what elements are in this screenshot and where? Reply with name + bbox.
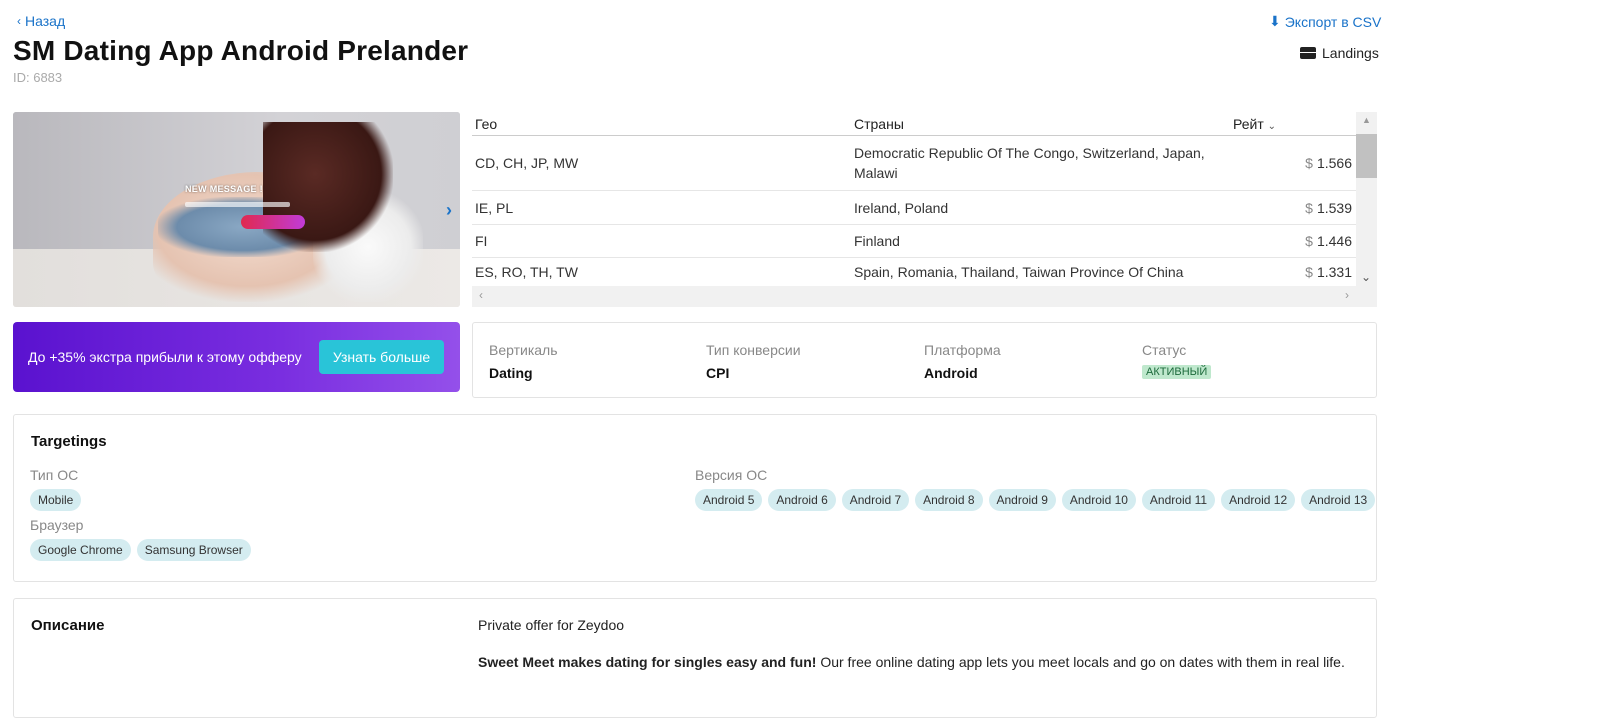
vertical-label: Вертикаль: [489, 342, 558, 358]
targetings-card: Targetings Тип ОС Mobile Браузер Google …: [13, 414, 1377, 582]
countries-cell: Finland: [854, 233, 900, 249]
chevron-left-icon: ‹: [17, 14, 21, 28]
landings-button[interactable]: Landings: [1300, 45, 1379, 61]
preview-message-button: [241, 215, 305, 229]
currency: $: [1305, 233, 1313, 249]
promo-banner: До +35% экстра прибыли к этому офферу Уз…: [13, 322, 460, 392]
rate-cell: $1.446: [1231, 233, 1356, 249]
targetings-title: Targetings: [31, 433, 107, 450]
chip: Android 8: [915, 489, 983, 511]
download-icon: ⬇: [1269, 13, 1281, 29]
offer-id: ID: 6883: [13, 70, 63, 85]
description-title: Описание: [31, 617, 105, 634]
scroll-down-icon[interactable]: ⌄: [1361, 270, 1371, 284]
header-rate[interactable]: Рейт ⌄: [1231, 116, 1356, 132]
scroll-thumb[interactable]: [1356, 134, 1377, 178]
header-countries: Страны: [854, 115, 904, 132]
description-rest: Our free online dating app lets you meet…: [816, 654, 1345, 670]
preview-message-line: [185, 202, 290, 207]
preview-hair: [263, 122, 393, 252]
os-version-chips: Android 5 Android 6 Android 7 Android 8 …: [695, 489, 1376, 511]
description-card: Описание Private offer for Zeydoo Sweet …: [13, 598, 1377, 718]
scroll-left-icon[interactable]: ‹: [479, 288, 483, 302]
vertical-scrollbar[interactable]: ▲ ⌄: [1356, 112, 1377, 286]
table-row: IE, PL Ireland, Poland $1.539: [472, 191, 1356, 225]
platform-label: Платформа: [924, 342, 1001, 358]
page-title: SM Dating App Android Prelander: [13, 35, 469, 66]
preview-image[interactable]: NEW MESSAGE ! ›: [13, 112, 460, 307]
geo-cell: CD, CH, JP, MW: [475, 155, 579, 171]
chip: Android 13: [1301, 489, 1376, 511]
landings-icon: [1300, 47, 1316, 59]
sort-chevron-icon: ⌄: [1267, 120, 1277, 132]
header-geo: Гео: [475, 115, 498, 132]
description-line-2: Sweet Meet makes dating for singles easy…: [478, 654, 1345, 670]
os-type-chips: Mobile: [30, 489, 82, 511]
os-type-label: Тип ОС: [30, 467, 79, 483]
rate-cell: $1.539: [1231, 200, 1356, 216]
chevron-right-icon[interactable]: ›: [446, 200, 452, 221]
export-label: Экспорт в CSV: [1284, 13, 1382, 30]
offer-info-card: Вертикаль Dating Тип конверсии CPI Платф…: [472, 322, 1377, 398]
os-version-label: Версия ОС: [695, 467, 768, 483]
browser-label: Браузер: [30, 517, 84, 533]
table-row: CD, CH, JP, MW Democratic Republic Of Th…: [472, 136, 1356, 191]
countries-cell: Spain, Romania, Thailand, Taiwan Provinc…: [854, 264, 1184, 280]
preview-message-title: NEW MESSAGE !: [185, 184, 263, 194]
description-line-1: Private offer for Zeydoo: [478, 617, 625, 633]
rate-cell: $1.331: [1231, 264, 1356, 280]
chip: Android 9: [988, 489, 1056, 511]
table-row: ES, RO, TH, TW Spain, Romania, Thailand,…: [472, 258, 1356, 286]
chip: Android 7: [841, 489, 910, 511]
chip: Samsung Browser: [136, 539, 251, 561]
geo-cell: IE, PL: [475, 199, 514, 216]
horizontal-scrollbar[interactable]: ‹ ›: [472, 286, 1377, 307]
currency: $: [1305, 199, 1313, 216]
description-bold: Sweet Meet makes dating for singles easy…: [478, 654, 817, 670]
conversion-info: Тип конверсии CPI: [706, 342, 801, 381]
chip: Android 12: [1221, 489, 1296, 511]
export-csv-link[interactable]: ⬇ Экспорт в CSV: [1269, 13, 1381, 30]
rate-cell: $1.566: [1231, 155, 1356, 171]
status-badge: АКТИВНЫЙ: [1142, 365, 1212, 379]
platform-info: Платформа Android: [924, 342, 1001, 381]
status-label: Статус: [1142, 342, 1187, 358]
chip: Android 5: [695, 489, 763, 511]
vertical-value: Dating: [489, 365, 533, 381]
geo-cell: FI: [475, 233, 488, 249]
scroll-up-icon[interactable]: ▲: [1362, 115, 1371, 125]
landings-label: Landings: [1322, 45, 1379, 61]
rate-value: 1.566: [1316, 155, 1352, 171]
geo-cell: ES, RO, TH, TW: [475, 264, 578, 280]
chip: Android 11: [1141, 489, 1216, 511]
browser-chips: Google Chrome Samsung Browser: [30, 539, 251, 561]
rate-value: 1.446: [1316, 233, 1352, 249]
chip: Mobile: [30, 489, 82, 511]
platform-value: Android: [924, 365, 978, 381]
conversion-value: CPI: [706, 365, 730, 381]
countries-cell: Democratic Republic Of The Congo, Switze…: [854, 145, 1205, 181]
geo-table: Гео Страны Рейт ⌄ CD, CH, JP, MW Democra…: [472, 112, 1377, 307]
learn-more-button[interactable]: Узнать больше: [319, 340, 444, 374]
back-link[interactable]: ‹ Назад: [17, 13, 65, 29]
chip: Google Chrome: [30, 539, 131, 561]
table-row: FI Finland $1.446: [472, 225, 1356, 258]
currency: $: [1305, 264, 1313, 280]
rate-value: 1.331: [1316, 264, 1352, 280]
chip: Android 6: [768, 489, 836, 511]
vertical-info: Вертикаль Dating: [489, 342, 558, 381]
geo-table-header: Гео Страны Рейт ⌄: [472, 112, 1356, 136]
currency: $: [1305, 155, 1313, 171]
conversion-label: Тип конверсии: [706, 342, 801, 358]
countries-cell: Ireland, Poland: [854, 199, 949, 216]
status-info: Статус АКТИВНЫЙ: [1142, 342, 1212, 379]
chip: Android 10: [1061, 489, 1136, 511]
rate-value: 1.539: [1316, 199, 1352, 216]
header-rate-label: Рейт: [1233, 115, 1264, 132]
promo-text: До +35% экстра прибыли к этому офферу: [28, 349, 302, 365]
scroll-right-icon[interactable]: ›: [1345, 288, 1349, 302]
back-label: Назад: [25, 13, 66, 29]
